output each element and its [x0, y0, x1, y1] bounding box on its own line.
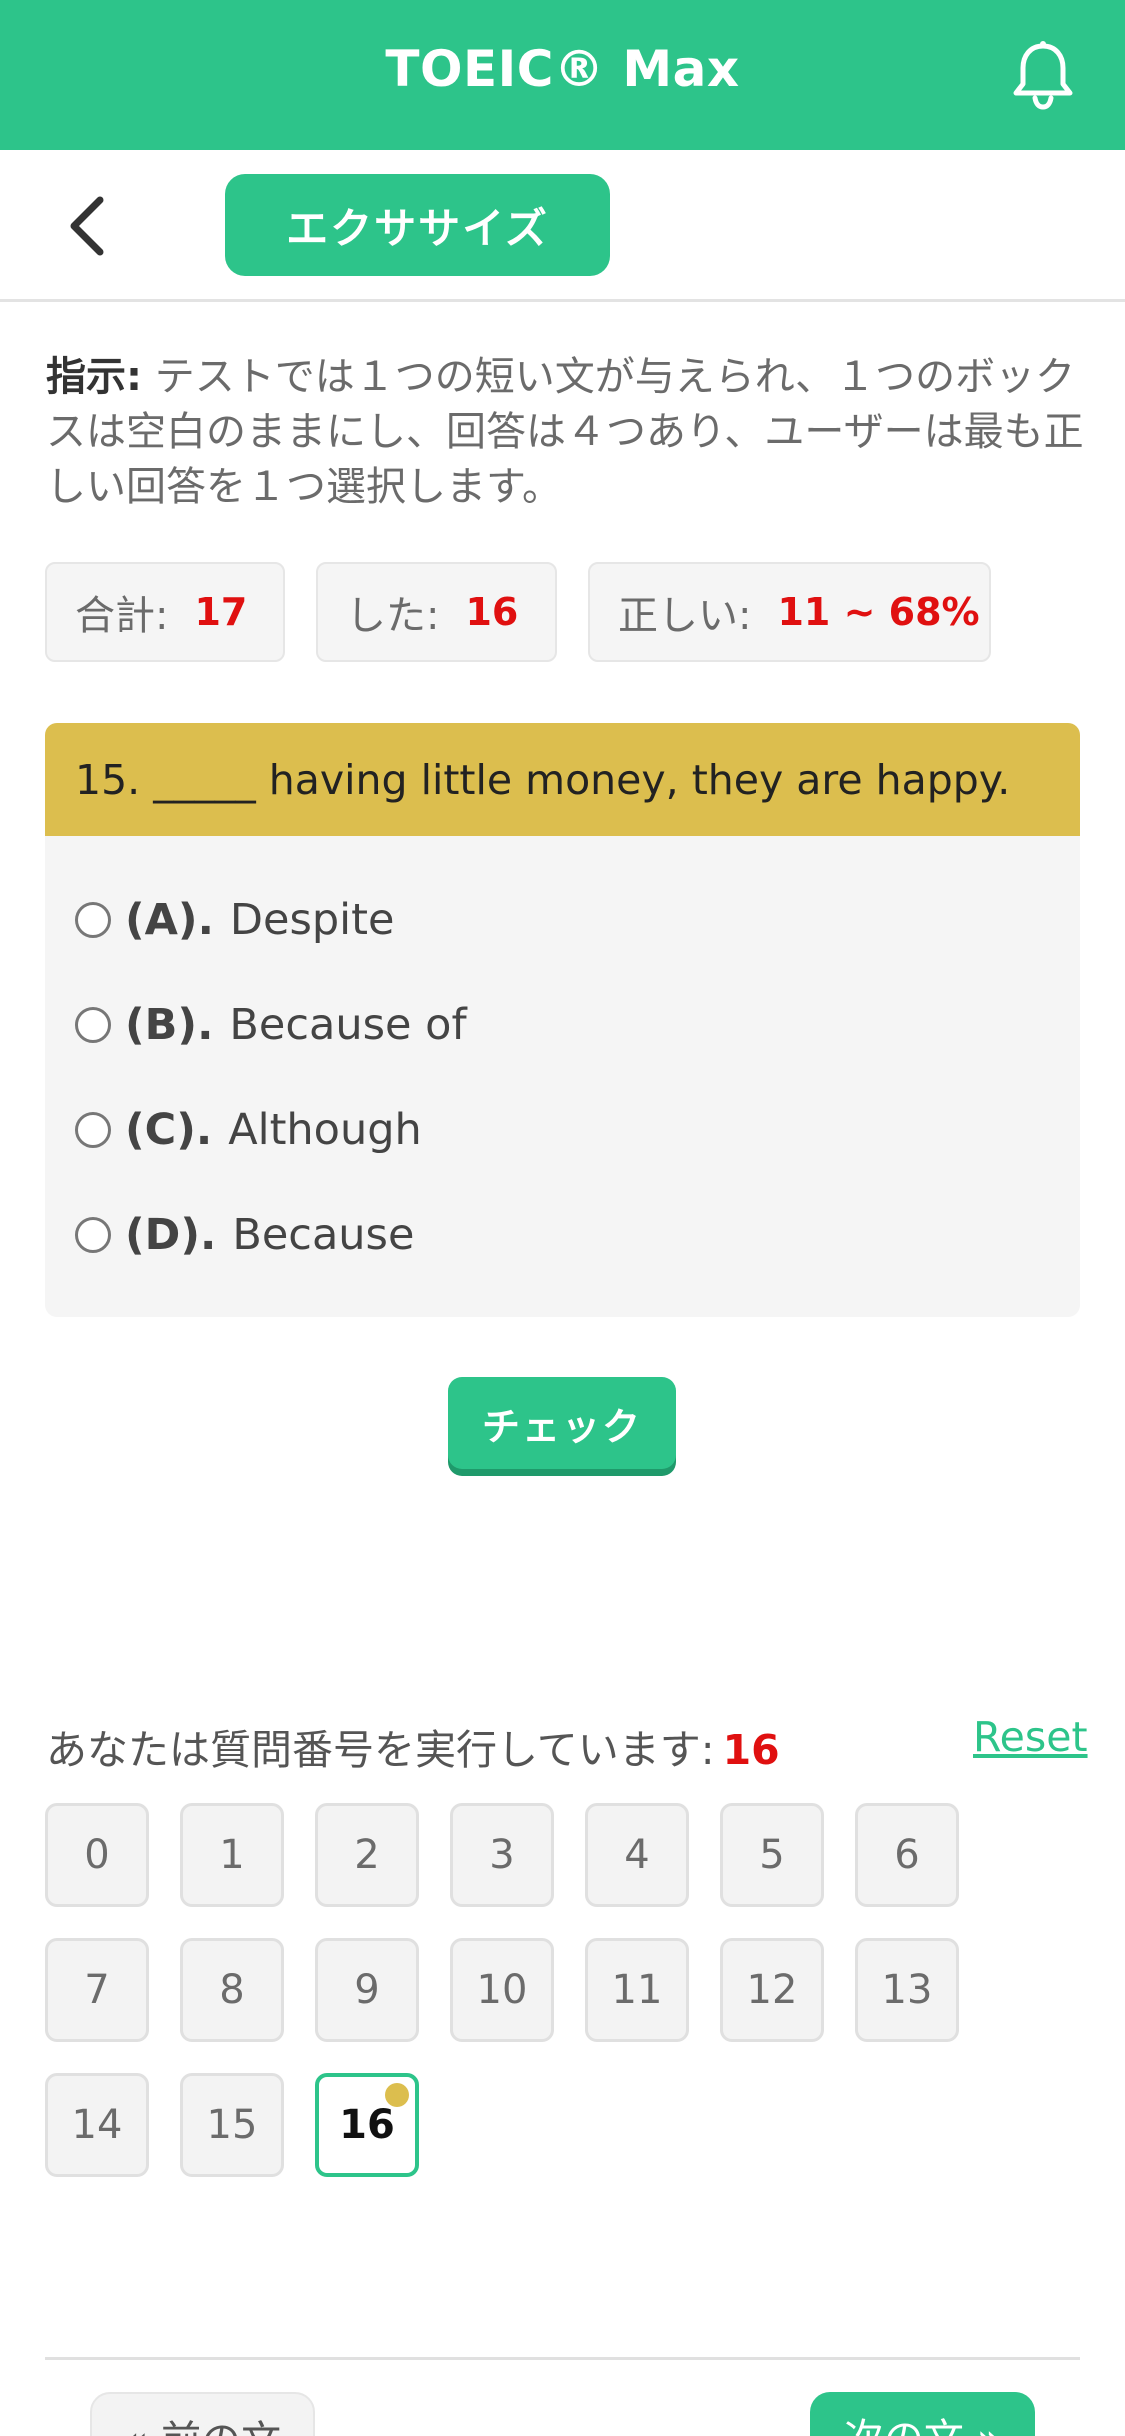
sub-header: エクササイズ [0, 150, 1125, 302]
stat-correct: 正しい: 11 ~ 68% [588, 562, 991, 662]
option-letter: (A). [125, 895, 214, 945]
check-button[interactable]: チェック [448, 1377, 676, 1469]
stat-total: 合計: 17 [45, 562, 285, 662]
question-number-button[interactable]: 9 [315, 1938, 419, 2042]
app-title: TOEIC® Max [385, 40, 740, 98]
stat-done-label: した: [346, 593, 440, 639]
question-number-button[interactable]: 11 [585, 1938, 689, 2042]
instructions-label: 指示: [46, 354, 142, 400]
progress-current-number: 16 [722, 1726, 780, 1774]
option-text: Because [232, 1210, 415, 1260]
stat-correct-value: 11 ~ 68% [777, 590, 980, 634]
option-letter: (D). [125, 1210, 217, 1260]
stat-total-value: 17 [194, 590, 248, 634]
question-number-button[interactable]: 7 [45, 1938, 149, 2042]
instructions-text: テストでは１つの短い文が与えられ、１つのボックスは空白のままにし、回答は４つあり… [46, 354, 1084, 510]
stat-done-value: 16 [465, 590, 519, 634]
chevron-left-icon[interactable] [62, 194, 118, 258]
instructions: 指示: テストでは１つの短い文が与えられ、１つのボックスは空白のままにし、回答は… [46, 350, 1086, 515]
question-text: 15. _____ having little money, they are … [45, 723, 1080, 836]
progress-label: あなたは質問番号を実行しています: 16 [46, 1716, 780, 1776]
question-card: 15. _____ having little money, they are … [45, 723, 1080, 1317]
next-sentence-button[interactable]: 次の文 » [810, 2392, 1035, 2436]
option-b[interactable]: (B). Because of [75, 990, 467, 1060]
radio-button[interactable] [75, 1007, 111, 1043]
option-a[interactable]: (A). Despite [75, 885, 394, 955]
option-letter: (B). [125, 1000, 214, 1050]
reset-link[interactable]: Reset [973, 1713, 1088, 1761]
option-text: Because of [229, 1000, 467, 1050]
radio-button[interactable] [75, 1217, 111, 1253]
radio-button[interactable] [75, 902, 111, 938]
question-number-button[interactable]: 3 [450, 1803, 554, 1907]
stat-total-label: 合計: [75, 593, 169, 639]
progress-label-text: あなたは質問番号を実行しています: [46, 1726, 715, 1774]
footer-divider [45, 2357, 1080, 2360]
question-number-button[interactable]: 14 [45, 2073, 149, 2177]
stat-correct-label: 正しい: [618, 593, 752, 639]
question-number-button[interactable]: 13 [855, 1938, 959, 2042]
previous-sentence-button[interactable]: « 前の文 [90, 2392, 315, 2436]
question-number-button[interactable]: 4 [585, 1803, 689, 1907]
question-number-button[interactable]: 0 [45, 1803, 149, 1907]
exercise-mode-button[interactable]: エクササイズ [225, 174, 610, 276]
option-text: Although [228, 1105, 422, 1155]
current-indicator-dot [385, 2083, 409, 2107]
radio-button[interactable] [75, 1112, 111, 1148]
question-number-label: 16 [339, 2102, 395, 2148]
question-number-button-current[interactable]: 16 [315, 2073, 419, 2177]
question-number-button[interactable]: 6 [855, 1803, 959, 1907]
option-d[interactable]: (D). Because [75, 1200, 414, 1270]
question-number-button[interactable]: 5 [720, 1803, 824, 1907]
question-number-button[interactable]: 1 [180, 1803, 284, 1907]
option-c[interactable]: (C). Although [75, 1095, 422, 1165]
question-number-button[interactable]: 8 [180, 1938, 284, 2042]
top-bar: TOEIC® Max [0, 0, 1125, 150]
question-number-button[interactable]: 15 [180, 2073, 284, 2177]
option-text: Despite [229, 895, 395, 945]
question-number-button[interactable]: 12 [720, 1938, 824, 2042]
question-number-button[interactable]: 2 [315, 1803, 419, 1907]
bell-icon[interactable] [1010, 40, 1076, 110]
question-number-button[interactable]: 10 [450, 1938, 554, 2042]
stat-done: した: 16 [316, 562, 557, 662]
option-letter: (C). [125, 1105, 213, 1155]
